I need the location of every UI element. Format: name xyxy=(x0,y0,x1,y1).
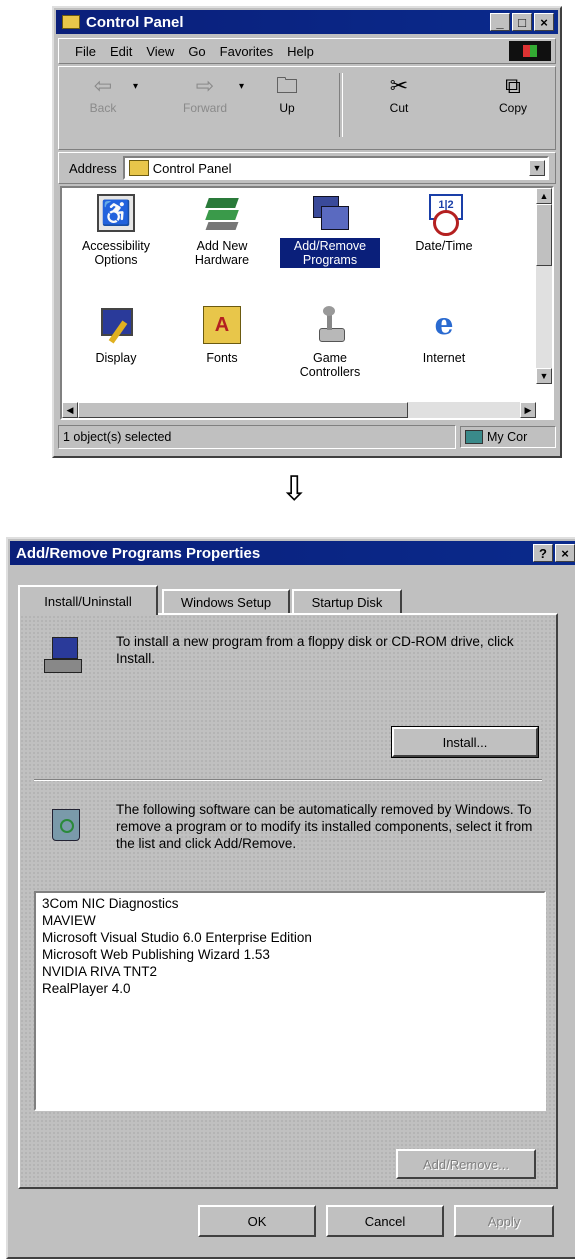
up-button[interactable]: 🗀 Up xyxy=(257,73,317,115)
forward-dropdown-icon[interactable]: ▾ xyxy=(239,81,244,92)
computer-icon xyxy=(465,430,483,444)
address-bar: Address Control Panel ▼ xyxy=(58,152,556,184)
install-program-icon xyxy=(44,635,84,675)
menu-go[interactable]: Go xyxy=(188,44,205,59)
toolbar-separator xyxy=(339,73,343,137)
install-instructions: To install a new program from a floppy d… xyxy=(116,634,514,666)
status-bar: 1 object(s) selected My Cor xyxy=(58,422,556,452)
remove-instructions: The following software can be automatica… xyxy=(116,802,533,851)
section-divider xyxy=(34,779,542,781)
list-item[interactable]: 3Com NIC Diagnostics xyxy=(42,895,538,912)
scroll-right-button[interactable]: ▶ xyxy=(520,402,536,418)
display-icon xyxy=(97,306,135,344)
status-text: 1 object(s) selected xyxy=(58,425,456,449)
scroll-down-button[interactable]: ▼ xyxy=(536,368,552,384)
list-item[interactable]: MAVIEW xyxy=(42,912,538,929)
menu-view[interactable]: View xyxy=(146,44,174,59)
horizontal-scroll-thumb[interactable] xyxy=(78,402,408,418)
vertical-scroll-thumb[interactable] xyxy=(536,204,552,266)
scroll-left-button[interactable]: ◀ xyxy=(62,402,78,418)
tab-panel: To install a new program from a floppy d… xyxy=(18,613,558,1189)
up-folder-icon: 🗀 xyxy=(275,73,298,98)
internet-explorer-icon: e xyxy=(434,307,454,342)
programs-list[interactable]: 3Com NIC Diagnostics MAVIEW Microsoft Vi… xyxy=(34,891,546,1111)
scissors-icon: ✂ xyxy=(389,73,409,98)
back-arrow-icon: ⇦ xyxy=(93,73,113,98)
install-button[interactable]: Install... xyxy=(391,726,539,758)
toolbar: ⇦ Back ▾ ⇨ Forward ▾ 🗀 Up ✂ Cut ⧉ Copy xyxy=(58,66,556,150)
control-panel-window: Control Panel _ □ × File Edit View Go Fa… xyxy=(52,6,562,458)
address-dropdown-button[interactable]: ▼ xyxy=(529,160,545,176)
copy-icon: ⧉ xyxy=(505,73,521,98)
list-item[interactable]: Microsoft Visual Studio 6.0 Enterprise E… xyxy=(42,929,538,946)
add-remove-dialog: Add/Remove Programs Properties ? × Insta… xyxy=(6,537,575,1259)
address-field[interactable]: Control Panel ▼ xyxy=(122,156,549,180)
menu-file[interactable]: File xyxy=(75,44,96,59)
icon-add-new-hardware[interactable]: Add New Hardware xyxy=(172,194,272,268)
copy-button[interactable]: ⧉ Copy xyxy=(483,73,543,115)
minimize-button[interactable]: _ xyxy=(490,13,510,31)
icon-add-remove-programs[interactable]: Add/Remove Programs xyxy=(280,194,380,268)
icon-game-controllers[interactable]: Game Controllers xyxy=(280,306,380,380)
fonts-folder-icon: A xyxy=(203,306,241,344)
control-panel-icon xyxy=(128,160,149,176)
menu-favorites[interactable]: Favorites xyxy=(220,44,273,59)
cut-button[interactable]: ✂ Cut xyxy=(369,73,429,115)
back-dropdown-icon[interactable]: ▾ xyxy=(133,81,138,92)
tab-startup-disk[interactable]: Startup Disk xyxy=(292,589,402,613)
tab-install-uninstall[interactable]: Install/Uninstall xyxy=(18,585,158,615)
dialog-title-bar[interactable]: Add/Remove Programs Properties ? × xyxy=(10,541,575,565)
menu-bar: File Edit View Go Favorites Help xyxy=(58,38,556,64)
accessibility-icon: ♿ xyxy=(97,194,135,232)
maximize-button[interactable]: □ xyxy=(512,13,532,31)
help-button[interactable]: ? xyxy=(533,544,553,562)
forward-arrow-icon: ⇨ xyxy=(195,73,215,98)
forward-button[interactable]: ⇨ Forward xyxy=(175,73,235,115)
icon-accessibility-options[interactable]: ♿ Accessibility Options xyxy=(66,194,166,268)
dialog-close-button[interactable]: × xyxy=(555,544,575,562)
list-item[interactable]: NVIDIA RIVA TNT2 xyxy=(42,963,538,980)
list-item[interactable]: RealPlayer 4.0 xyxy=(42,980,538,997)
ok-button[interactable]: OK xyxy=(198,1205,316,1237)
horizontal-scrollbar[interactable]: ◀ ▶ xyxy=(62,402,536,418)
vertical-scrollbar[interactable]: ▲ ▼ xyxy=(536,188,552,384)
address-label: Address xyxy=(69,160,117,176)
menu-edit[interactable]: Edit xyxy=(110,44,132,59)
close-button[interactable]: × xyxy=(534,13,554,31)
folder-icon xyxy=(62,15,80,29)
address-value: Control Panel xyxy=(152,160,232,176)
down-arrow-icon: ⇩ xyxy=(280,470,309,508)
title-bar[interactable]: Control Panel _ □ × xyxy=(56,10,558,34)
add-remove-programs-icon xyxy=(311,194,349,232)
hardware-icon xyxy=(203,194,241,232)
list-item[interactable]: Microsoft Web Publishing Wizard 1.53 xyxy=(42,946,538,963)
cancel-button[interactable]: Cancel xyxy=(326,1205,444,1237)
scroll-up-button[interactable]: ▲ xyxy=(536,188,552,204)
joystick-icon xyxy=(311,306,349,344)
add-remove-button[interactable]: Add/Remove... xyxy=(396,1149,536,1179)
window-title: Control Panel xyxy=(86,13,184,31)
apply-button[interactable]: Apply xyxy=(454,1205,554,1237)
calendar-clock-icon: 1|2 xyxy=(425,194,463,236)
dialog-title: Add/Remove Programs Properties xyxy=(16,544,261,562)
back-button[interactable]: ⇦ Back xyxy=(73,73,133,115)
tab-windows-setup[interactable]: Windows Setup xyxy=(162,589,290,613)
recycle-bin-icon xyxy=(48,803,84,843)
icon-internet[interactable]: e Internet xyxy=(394,306,494,366)
folder-view: ♿ Accessibility Options Add New Hardware… xyxy=(60,186,554,420)
windows-logo-icon xyxy=(509,41,551,61)
icon-date-time[interactable]: 1|2 Date/Time xyxy=(394,194,494,254)
icon-display[interactable]: Display xyxy=(66,306,166,366)
icon-fonts[interactable]: A Fonts xyxy=(172,306,272,366)
status-zone: My Cor xyxy=(460,426,556,448)
menu-help[interactable]: Help xyxy=(287,44,314,59)
